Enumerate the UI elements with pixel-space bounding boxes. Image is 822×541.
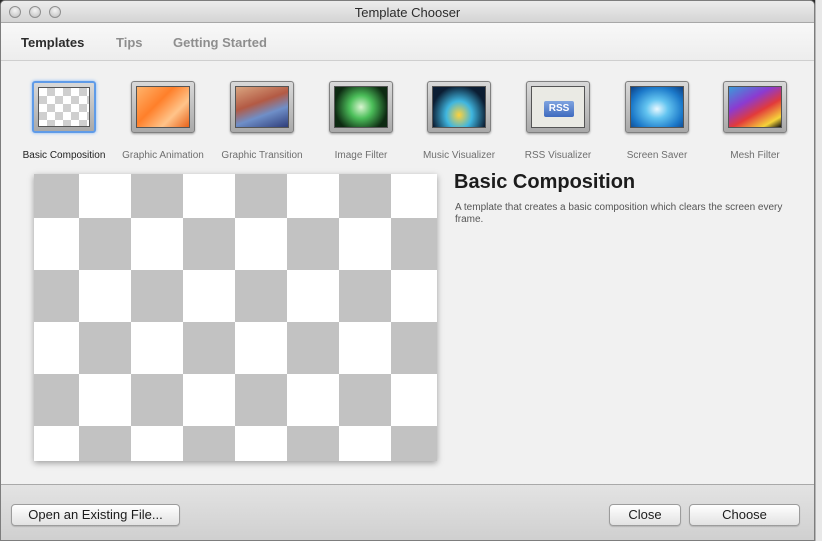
mesh-filter-icon [728,86,782,128]
title-bar: Template Chooser [1,1,814,23]
tab-getting-started[interactable]: Getting Started [173,35,267,50]
rss-badge: RSS [544,101,574,117]
open-existing-file-button[interactable]: Open an Existing File... [11,504,180,526]
tab-templates[interactable]: Templates [21,35,84,50]
template-music-visualizer[interactable]: Music Visualizer [411,75,507,161]
template-label: Screen Saver [626,150,688,161]
window-edge [815,0,822,541]
graphic-animation-icon [136,86,190,128]
choose-button[interactable]: Choose [689,504,800,526]
template-image-filter[interactable]: Image Filter [313,75,409,161]
template-thumbnail-frame [32,81,96,133]
template-rss-visualizer[interactable]: RSS RSS Visualizer [510,75,606,161]
template-thumbnail-frame [625,81,689,133]
template-graphic-transition[interactable]: Graphic Transition [214,75,310,161]
template-list: Basic Composition Graphic Animation Grap… [1,75,814,165]
template-thumbnail-frame: RSS [526,81,590,133]
template-thumbnail-frame [131,81,195,133]
template-title: Basic Composition [454,171,636,193]
template-label: Basic Composition [22,150,106,161]
template-label: Graphic Transition [221,150,303,161]
template-label: Image Filter [334,150,388,161]
checkerboard-icon [38,87,90,127]
close-button[interactable]: Close [609,504,681,526]
template-screen-saver[interactable]: Screen Saver [609,75,705,161]
tab-bar: Templates Tips Getting Started [1,23,814,61]
template-label: Graphic Animation [122,150,204,161]
window-title: Template Chooser [354,5,461,20]
template-graphic-animation[interactable]: Graphic Animation [115,75,211,161]
template-mesh-filter[interactable]: Mesh Filter [707,75,803,161]
rss-newspaper-icon: RSS [531,86,585,128]
music-visualizer-icon [432,86,486,128]
template-label: RSS Visualizer [524,150,592,161]
template-label: Music Visualizer [422,150,496,161]
tab-tips[interactable]: Tips [116,35,143,50]
image-filter-icon [334,86,388,128]
screen-saver-icon [630,86,684,128]
template-thumbnail-frame [329,81,393,133]
template-description: A template that creates a basic composit… [455,202,783,225]
template-label: Mesh Filter [730,150,780,161]
template-thumbnail-frame [230,81,294,133]
footer-bar: Open an Existing File... Close Choose [1,484,814,540]
template-thumbnail-frame [723,81,787,133]
template-chooser-window: Template Chooser Templates Tips Getting … [0,0,815,541]
template-basic-composition[interactable]: Basic Composition [16,75,112,161]
graphic-transition-icon [235,86,289,128]
template-preview [34,174,437,461]
template-thumbnail-frame [427,81,491,133]
